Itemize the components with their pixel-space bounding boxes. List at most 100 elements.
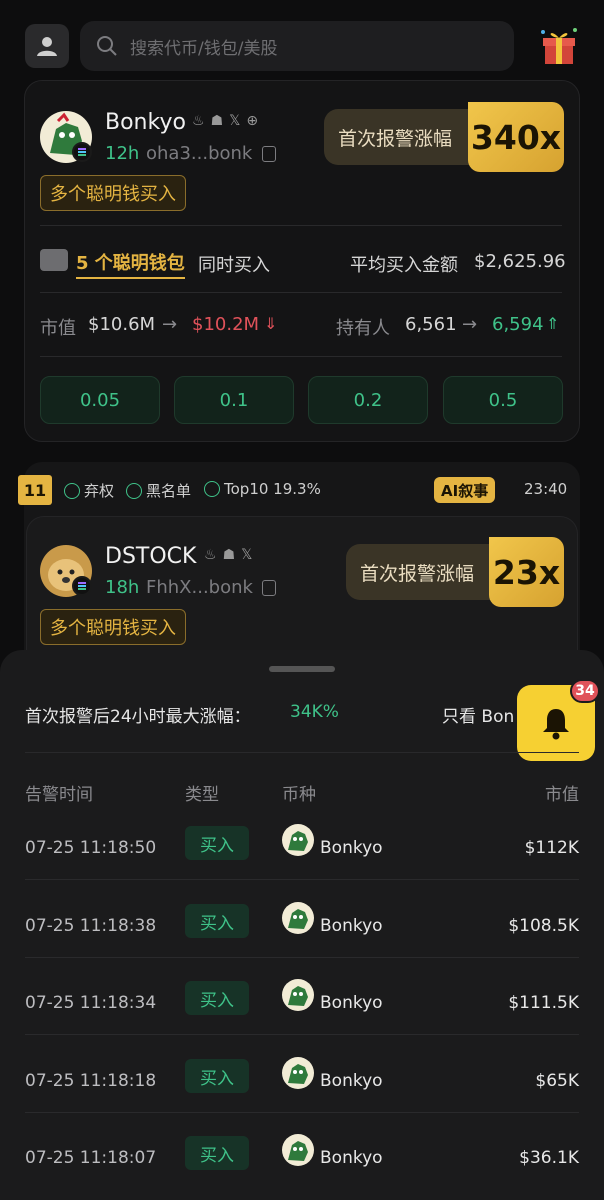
avg-buy-value: $2,625.96 <box>474 251 566 272</box>
smart-wallet-suffix: 同时买入 <box>198 255 270 276</box>
row-mcap: $108.5K <box>508 916 579 936</box>
token-address: oha3...bonk <box>146 143 253 164</box>
mask-icon[interactable]: ☗ <box>211 113 224 129</box>
search-input[interactable]: 搜索代币/钱包/美股 <box>80 21 514 71</box>
search-icon <box>97 36 117 56</box>
row-divider <box>25 879 579 880</box>
row-coin: Bonkyo <box>320 1071 383 1091</box>
x-twitter-icon[interactable]: 𝕏 <box>241 547 252 563</box>
globe-icon[interactable]: ⊕ <box>246 113 258 129</box>
token-address: FhhX...bonk <box>146 577 253 598</box>
top-bar: 搜索代币/钱包/美股 <box>0 0 604 90</box>
holders-to: 6,594 <box>492 314 544 335</box>
row-type-badge: 买入 <box>185 981 249 1015</box>
divider <box>40 356 562 357</box>
alert-time: 23:40 <box>524 480 568 498</box>
token-name: DSTOCK <box>105 544 197 569</box>
row-mcap: $65K <box>535 1071 579 1091</box>
bell-icon <box>543 709 569 740</box>
copy-icon[interactable] <box>262 580 276 596</box>
bell-count-badge: 34 <box>570 679 600 703</box>
down-arrow-icon: ⇓ <box>264 314 278 333</box>
table-row[interactable]: 07-25 11:18:07 买入 Bonkyo $36.1K <box>0 1120 604 1198</box>
coin-icon <box>282 902 314 934</box>
row-type-badge: 买入 <box>185 1136 249 1170</box>
token-name: Bonkyo <box>105 110 186 135</box>
smart-money-tag: 多个聪明钱买入 <box>40 175 186 211</box>
quick-buy-0.2[interactable]: 0.2 <box>308 376 428 424</box>
table-row[interactable]: 07-25 11:18:38 买入 Bonkyo $108.5K <box>0 888 604 966</box>
social-links: ♨ ☗ 𝕏 <box>204 547 252 563</box>
row-type-badge: 买入 <box>185 826 249 860</box>
header-coin: 币种 <box>282 785 316 805</box>
check-blacklist: 黑名单 <box>126 480 191 501</box>
check-icon <box>126 482 142 499</box>
row-mcap: $36.1K <box>519 1148 579 1168</box>
divider <box>40 225 562 226</box>
first-alert-label: 首次报警涨幅 <box>324 109 474 165</box>
table-row[interactable]: 07-25 11:18:34 买入 Bonkyo $111.5K <box>0 965 604 1043</box>
coin-icon <box>282 824 314 856</box>
header-mcap: 市值 <box>545 785 579 805</box>
first-alert-label: 首次报警涨幅 <box>346 544 496 600</box>
sheet-drag-handle[interactable] <box>269 666 335 672</box>
row-alert-time: 07-25 11:18:34 <box>25 993 157 1013</box>
row-mcap: $112K <box>524 838 579 858</box>
rank-badge: 11 <box>18 475 52 505</box>
mcap-from: $10.6M <box>88 314 156 335</box>
holders-label: 持有人 <box>336 318 390 339</box>
alert-multiplier: 340x <box>468 102 564 172</box>
row-alert-time: 07-25 11:18:07 <box>25 1148 157 1168</box>
coin-icon <box>282 1134 314 1166</box>
table-row[interactable]: 07-25 11:18:18 买入 Bonkyo $65K <box>0 1043 604 1121</box>
coin-icon <box>282 979 314 1011</box>
mask-icon[interactable]: ☗ <box>223 547 236 563</box>
smart-wallet-count[interactable]: 5 个聪明钱包 <box>76 249 185 279</box>
flame-icon: ♨ <box>204 547 217 563</box>
row-coin: Bonkyo <box>320 838 383 858</box>
token-age: 12h <box>105 143 140 164</box>
check-top10: Top10 19.3% <box>204 480 321 498</box>
table-row[interactable]: 07-25 11:18:50 买入 Bonkyo $112K <box>0 810 604 888</box>
row-alert-time: 07-25 11:18:38 <box>25 916 157 936</box>
up-arrow-icon: ⇑ <box>546 314 560 333</box>
avg-buy-label: 平均买入金额 <box>350 255 458 276</box>
row-alert-time: 07-25 11:18:18 <box>25 1071 157 1091</box>
row-type-badge: 买入 <box>185 1059 249 1093</box>
holders-from: 6,561 <box>405 314 457 335</box>
coin-icon <box>282 1057 314 1089</box>
wallet-icon <box>40 249 68 271</box>
quick-buy-0.5[interactable]: 0.5 <box>443 376 563 424</box>
copy-icon[interactable] <box>262 146 276 162</box>
x-twitter-icon[interactable]: 𝕏 <box>229 113 240 129</box>
max-gain-label: 首次报警后24小时最大涨幅： <box>25 707 251 727</box>
ai-narrative-tag[interactable]: AI叙事 <box>434 477 496 503</box>
smart-money-tag: 多个聪明钱买入 <box>40 609 186 645</box>
flame-icon: ♨ <box>192 113 205 129</box>
check-renounced: 弃权 <box>64 480 114 501</box>
row-type-badge: 买入 <box>185 904 249 938</box>
quick-buy-0.05[interactable]: 0.05 <box>40 376 160 424</box>
divider <box>40 292 562 293</box>
quick-buy-0.1[interactable]: 0.1 <box>174 376 294 424</box>
mcap-label: 市值 <box>40 318 76 339</box>
token-age: 18h <box>105 577 140 598</box>
arrow-right-icon: → <box>462 314 478 335</box>
row-alert-time: 07-25 11:18:50 <box>25 838 157 858</box>
row-coin: Bonkyo <box>320 916 383 936</box>
row-mcap: $111.5K <box>508 993 579 1013</box>
search-placeholder: 搜索代币/钱包/美股 <box>130 38 278 59</box>
alert-multiplier: 23x <box>489 537 564 607</box>
max-gain-value: 34K% <box>290 702 339 722</box>
mcap-to: $10.2M <box>192 314 260 335</box>
row-divider <box>25 1112 579 1113</box>
solana-icon <box>72 142 92 162</box>
row-coin: Bonkyo <box>320 993 383 1013</box>
gift-icon[interactable] <box>537 24 581 68</box>
profile-button[interactable] <box>25 24 69 68</box>
check-icon <box>204 481 220 497</box>
social-links: ♨ ☗ 𝕏 ⊕ <box>192 113 258 129</box>
filter-only-see[interactable]: 只看 Bon <box>442 702 514 727</box>
row-divider <box>25 957 579 958</box>
header-alert-time: 告警时间 <box>25 785 93 805</box>
